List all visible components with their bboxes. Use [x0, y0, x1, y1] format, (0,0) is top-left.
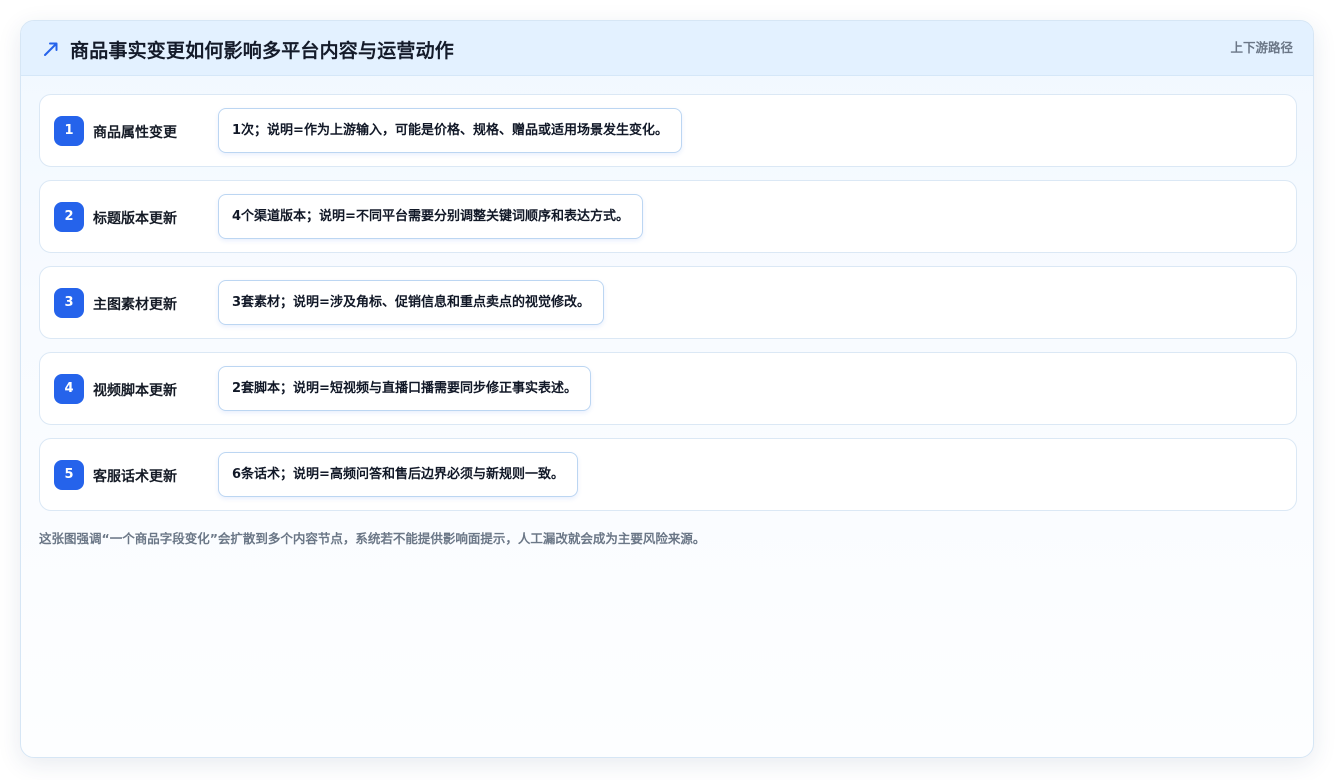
step-detail: 2套脚本；说明=短视频与直播口播需要同步修正事实表述。 [218, 366, 591, 411]
step-label: 标题版本更新 [93, 211, 177, 227]
step-row-3: 3 主图素材更新 3套素材；说明=涉及角标、促销信息和重点卖点的视觉修改。 [39, 266, 1297, 339]
step-number-badge: 4 [54, 374, 84, 404]
step-row-2: 2 标题版本更新 4个渠道版本；说明=不同平台需要分别调整关键词顺序和表达方式。 [39, 180, 1297, 253]
page-title: 商品事实变更如何影响多平台内容与运营动作 [70, 40, 455, 62]
step-label: 客服话术更新 [93, 469, 177, 485]
diagram-card: 商品事实变更如何影响多平台内容与运营动作 上下游路径 1 商品属性变更 1次；说… [20, 20, 1314, 758]
step-detail: 1次；说明=作为上游输入，可能是价格、规格、赠品或适用场景发生变化。 [218, 108, 682, 153]
step-row-1: 1 商品属性变更 1次；说明=作为上游输入，可能是价格、规格、赠品或适用场景发生… [39, 94, 1297, 167]
step-detail: 4个渠道版本；说明=不同平台需要分别调整关键词顺序和表达方式。 [218, 194, 643, 239]
step-list: 1 商品属性变更 1次；说明=作为上游输入，可能是价格、规格、赠品或适用场景发生… [39, 94, 1297, 524]
footnote: 这张图强调“一个商品字段变化”会扩散到多个内容节点，系统若不能提供影响面提示，人… [39, 531, 706, 546]
step-number-badge: 5 [54, 460, 84, 490]
step-number-badge: 1 [54, 116, 84, 146]
trend-arrow-icon [41, 39, 61, 59]
path-tag: 上下游路径 [1230, 40, 1293, 55]
step-row-4: 4 视频脚本更新 2套脚本；说明=短视频与直播口播需要同步修正事实表述。 [39, 352, 1297, 425]
step-label: 主图素材更新 [93, 297, 177, 313]
card-header: 商品事实变更如何影响多平台内容与运营动作 上下游路径 [21, 21, 1313, 76]
step-number-badge: 2 [54, 202, 84, 232]
step-row-5: 5 客服话术更新 6条话术；说明=高频问答和售后边界必须与新规则一致。 [39, 438, 1297, 511]
step-detail: 3套素材；说明=涉及角标、促销信息和重点卖点的视觉修改。 [218, 280, 604, 325]
step-number-badge: 3 [54, 288, 84, 318]
step-detail: 6条话术；说明=高频问答和售后边界必须与新规则一致。 [218, 452, 578, 497]
step-label: 商品属性变更 [93, 125, 177, 141]
step-label: 视频脚本更新 [93, 383, 177, 399]
